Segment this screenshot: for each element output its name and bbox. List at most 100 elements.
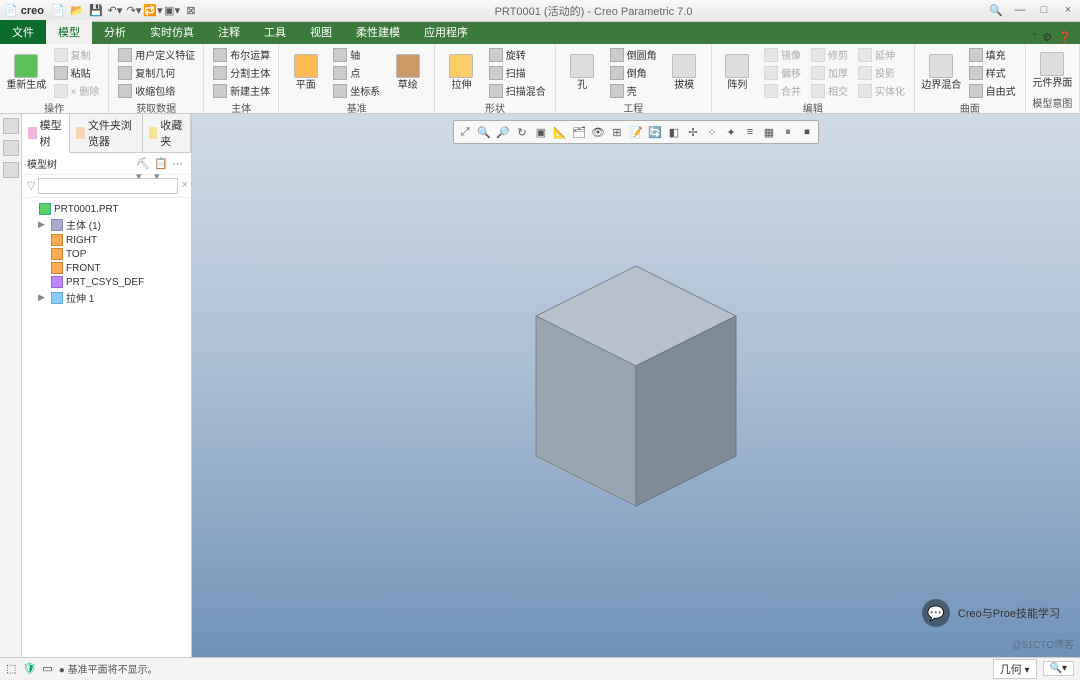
filter-input[interactable] xyxy=(38,178,178,194)
selection-filter[interactable]: 几何 ▾ xyxy=(993,659,1037,679)
spin-icon[interactable]: 🔄 xyxy=(646,123,664,141)
maximize-button[interactable]: □ xyxy=(1036,4,1052,17)
sweptblend-button[interactable]: 扫描混合 xyxy=(486,82,549,99)
close-button[interactable]: × xyxy=(1060,4,1076,17)
ribbon-help-icon[interactable]: ❓ xyxy=(1058,31,1072,44)
close-win-icon[interactable]: ⊠ xyxy=(183,3,199,19)
solidify-button[interactable]: 实体化 xyxy=(855,82,908,99)
tree-more-icon[interactable]: ⋯ xyxy=(172,157,186,171)
filter-clear-icon[interactable]: × xyxy=(181,179,187,193)
paste-button[interactable]: 粘贴 xyxy=(51,64,103,81)
copy-button[interactable]: 复制 xyxy=(51,46,103,63)
ribbon-gear-icon[interactable]: ⚙ xyxy=(1042,31,1052,44)
freestyle-button[interactable]: 自由式 xyxy=(966,82,1019,99)
datum-display-icon[interactable]: ⊞ xyxy=(608,123,626,141)
undo-icon[interactable]: ↶▾ xyxy=(107,3,123,19)
ribbon-collapse-icon[interactable]: ˇ xyxy=(1033,32,1037,44)
boolean-button[interactable]: 布尔运算 xyxy=(210,46,273,63)
boundaryblend-button[interactable]: 边界混合 xyxy=(921,46,962,99)
chamfer-button[interactable]: 倒角 xyxy=(607,64,660,81)
thicken-button[interactable]: 投影 xyxy=(855,64,908,81)
repaint-icon[interactable]: ↻ xyxy=(513,123,531,141)
pattern-button[interactable]: 阵列 xyxy=(718,46,757,99)
viewmanager-icon[interactable]: 🗂 xyxy=(570,123,588,141)
shell-button[interactable]: 壳 xyxy=(607,82,660,99)
search-icon[interactable]: 🔍 xyxy=(988,4,1004,17)
tree-front[interactable]: FRONT xyxy=(24,261,189,275)
save-icon[interactable]: 💾 xyxy=(88,3,104,19)
shrinkwrap-button[interactable]: 收缩包络 xyxy=(115,82,198,99)
point-button[interactable]: 点 xyxy=(330,64,383,81)
plane-disp-icon[interactable]: ◧ xyxy=(665,123,683,141)
find-button[interactable]: 🔍▾ xyxy=(1043,661,1074,676)
tab-folder[interactable]: 文件夹浏览器 xyxy=(70,114,142,152)
tree-body[interactable]: ▶主体 (1) xyxy=(24,216,189,233)
draft-button[interactable]: 拔模 xyxy=(664,46,705,99)
annotation-icon[interactable]: 📝 xyxy=(627,123,645,141)
tab-analysis[interactable]: 分析 xyxy=(92,20,138,44)
delete-button[interactable]: × 删除 xyxy=(51,82,103,99)
style-button[interactable]: 样式 xyxy=(966,64,1019,81)
newbody-button[interactable]: 新建主体 xyxy=(210,82,273,99)
pause-icon[interactable]: ⏸ xyxy=(779,123,797,141)
tab-model[interactable]: 模型 xyxy=(46,20,92,44)
perspective-icon[interactable]: 👁 xyxy=(589,123,607,141)
tree-top[interactable]: TOP xyxy=(24,247,189,261)
new-icon[interactable]: 📄 xyxy=(50,3,66,19)
axis-button[interactable]: 轴 xyxy=(330,46,383,63)
tab-file[interactable]: 文件 xyxy=(0,20,46,44)
project-button[interactable]: 加厚 xyxy=(808,64,851,81)
mirror-button[interactable]: 镜像 xyxy=(761,46,804,63)
trim-button[interactable]: 偏移 xyxy=(761,64,804,81)
tab-modeltree[interactable]: 模型树 xyxy=(22,114,70,153)
windows-icon[interactable]: ▣▾ xyxy=(164,3,180,19)
tab-flex[interactable]: 柔性建模 xyxy=(344,20,412,44)
hole-button[interactable]: 孔 xyxy=(562,46,603,99)
sweep-button[interactable]: 扫描 xyxy=(486,64,549,81)
refit-icon[interactable]: ⤢ xyxy=(456,123,474,141)
intersect-button[interactable]: 相交 xyxy=(808,82,851,99)
tree-extrude[interactable]: ▶拉伸 1 xyxy=(24,289,189,306)
merge-button[interactable]: 合并 xyxy=(761,82,804,99)
tab-apps[interactable]: 应用程序 xyxy=(412,20,480,44)
rail-detail-icon[interactable] xyxy=(3,162,19,178)
zoomin-icon[interactable]: 🔍 xyxy=(475,123,493,141)
tab-favorites[interactable]: 收藏夹 xyxy=(143,114,191,152)
csys-button[interactable]: 坐标系 xyxy=(330,82,383,99)
component-interface-button[interactable]: 元件界面 xyxy=(1032,46,1073,94)
status-icon-1[interactable]: ⬚ xyxy=(6,662,16,675)
savedviews-icon[interactable]: 📐 xyxy=(551,123,569,141)
tab-simulation[interactable]: 实时仿真 xyxy=(138,20,206,44)
fill-button[interactable]: 填充 xyxy=(966,46,1019,63)
rail-layer-icon[interactable] xyxy=(3,140,19,156)
render-icon[interactable]: ▦ xyxy=(760,123,778,141)
sketch-button[interactable]: 草绘 xyxy=(387,46,428,99)
plane-button[interactable]: 平面 xyxy=(285,46,326,99)
extrude-button[interactable]: 拉伸 xyxy=(441,46,481,99)
tab-view[interactable]: 视图 xyxy=(298,20,344,44)
minimize-button[interactable]: — xyxy=(1012,4,1028,17)
tab-tools[interactable]: 工具 xyxy=(252,20,298,44)
extend-button[interactable]: 修剪 xyxy=(808,46,851,63)
layers-icon[interactable]: ≡ xyxy=(741,123,759,141)
regenerate-button[interactable]: 重新生成 xyxy=(6,46,47,99)
round-button[interactable]: 倒圆角 xyxy=(607,46,660,63)
regen-icon[interactable]: 🔁▾ xyxy=(145,3,161,19)
open-icon[interactable]: 📂 xyxy=(69,3,85,19)
displaystyle-icon[interactable]: ▣ xyxy=(532,123,550,141)
copygeom-button[interactable]: 复制几何 xyxy=(115,64,198,81)
rail-tree-icon[interactable] xyxy=(3,118,19,134)
axis-disp-icon[interactable]: ✢ xyxy=(684,123,702,141)
tree-csys[interactable]: PRT_CSYS_DEF xyxy=(24,275,189,289)
redo-icon[interactable]: ↷▾ xyxy=(126,3,142,19)
stop-icon[interactable]: ⏹ xyxy=(798,123,816,141)
tree-show-icon[interactable]: 📋▾ xyxy=(154,157,168,171)
udf-button[interactable]: 用户定义特征 xyxy=(115,46,198,63)
splitbody-button[interactable]: 分割主体 xyxy=(210,64,273,81)
zoomout-icon[interactable]: 🔎 xyxy=(494,123,512,141)
tree-root[interactable]: PRT0001.PRT xyxy=(24,202,189,216)
csys-disp-icon[interactable]: ✦ xyxy=(722,123,740,141)
status-icon-2[interactable]: 🛡 xyxy=(22,662,36,675)
viewport[interactable]: ⤢ 🔍 🔎 ↻ ▣ 📐 🗂 👁 ⊞ 📝 🔄 ◧ ✢ ⁘ ✦ ≡ ▦ ⏸ ⏹ xyxy=(192,114,1080,657)
point-disp-icon[interactable]: ⁘ xyxy=(703,123,721,141)
